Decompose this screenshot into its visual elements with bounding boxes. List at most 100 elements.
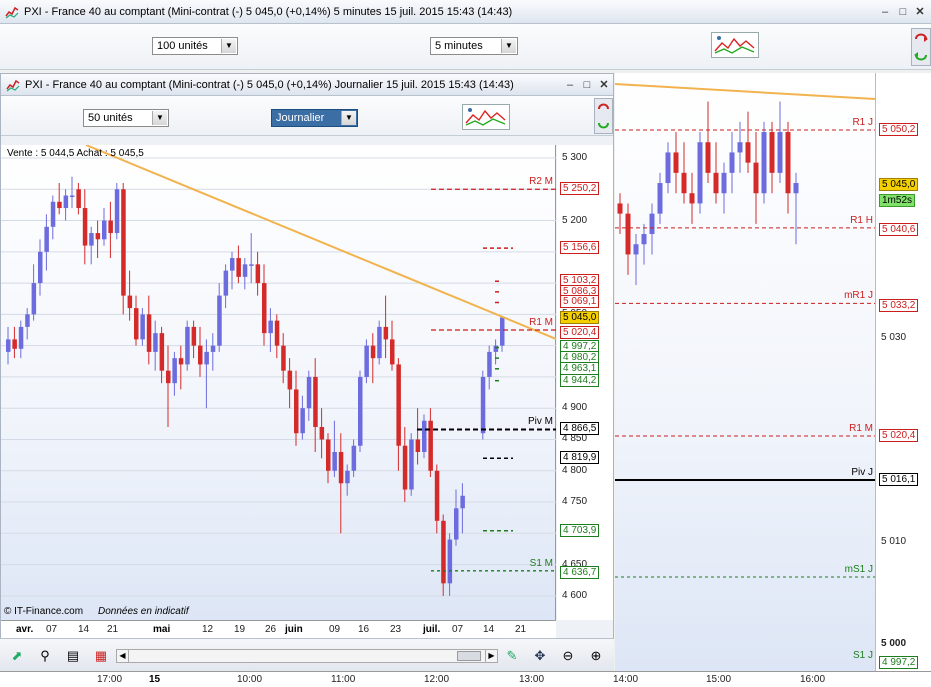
strategy-button[interactable]	[711, 32, 759, 58]
daily-candle	[487, 345, 492, 390]
table-icon[interactable]: ▦	[92, 647, 110, 665]
daily-date-axis[interactable]: avr. 07 14 21 mai 12 19 26 juin 09 16 23 juil. 07 14 21	[1, 620, 556, 638]
crosshair-icon[interactable]: ✥	[531, 647, 549, 665]
daily-candle	[6, 326, 11, 365]
daily-candle	[82, 189, 88, 265]
daily-candle	[364, 339, 369, 384]
scroll-right-icon[interactable]: ▶	[485, 650, 497, 662]
intraday-candle	[633, 234, 639, 286]
daily-candle	[326, 433, 331, 484]
date-tick: 14	[483, 624, 495, 635]
draw-tool-icon[interactable]: ✎	[503, 647, 521, 665]
daily-candle	[172, 351, 177, 396]
intraday-candle	[673, 132, 679, 194]
pin-tool-icon[interactable]: ⚲	[36, 647, 54, 665]
time-tick: 15	[149, 674, 161, 685]
zoom-tool-icon[interactable]: ⬈	[8, 647, 26, 665]
daily-candle	[422, 414, 427, 459]
scroll-left-icon[interactable]: ◀	[117, 650, 129, 662]
daily-candle	[38, 239, 43, 296]
daily-candle	[223, 264, 229, 309]
daily-candle	[70, 176, 75, 209]
horizontal-scrollbar[interactable]: ◀ ▶	[116, 649, 498, 663]
close-icon[interactable]: ✕	[597, 78, 611, 92]
intraday-plot-area[interactable]: R1 J R1 H mR1 J R1 M Piv J mS1 J S1 J	[615, 73, 875, 671]
zoom-out-icon[interactable]: ⊖	[559, 647, 577, 665]
date-tick: 12	[202, 624, 214, 635]
copyright-text: © IT-Finance.com	[4, 606, 84, 617]
daily-candle	[25, 308, 30, 340]
sync-icon[interactable]	[911, 28, 931, 66]
price-tick: 4 600	[562, 589, 588, 601]
chevron-down-icon[interactable]: ▼	[501, 39, 516, 53]
daily-candle	[493, 339, 499, 365]
print-icon[interactable]: ▤	[64, 647, 82, 665]
daily-plot-area[interactable]: Vente : 5 044,5 Achat : 5 045,5 © IT-Fin…	[1, 145, 556, 620]
intraday-candle	[793, 172, 799, 245]
date-tick: 21	[515, 624, 527, 635]
price-tag: 5 040,6	[879, 223, 919, 236]
date-tick: 09	[329, 624, 341, 635]
chevron-down-icon[interactable]: ▼	[341, 111, 356, 125]
price-tag: 4 703,9	[560, 523, 600, 537]
period-combo[interactable]: 5 minutes ▼	[430, 37, 518, 55]
price-tick: 4 750	[562, 496, 588, 508]
daily-strategy-button[interactable]	[462, 104, 510, 130]
date-tick: 07	[46, 624, 58, 635]
intraday-candle	[761, 121, 767, 204]
daily-price-axis[interactable]: 5 3005 2505 2005 1505 1005 0505 0004 950…	[557, 145, 613, 620]
units-combo[interactable]: 100 unités ▼	[152, 37, 238, 55]
daily-candle	[50, 195, 56, 240]
daily-candle	[242, 258, 248, 290]
period-combo-value: 5 minutes	[435, 40, 483, 52]
maximize-icon[interactable]: □	[896, 5, 910, 19]
daily-candle	[191, 320, 197, 359]
level-label: R1 M	[529, 317, 553, 328]
daily-candle	[396, 358, 401, 471]
daily-candle	[255, 251, 261, 296]
close-icon[interactable]: ✕	[913, 5, 927, 19]
daily-candles-svg	[1, 145, 556, 597]
chevron-down-icon[interactable]: ▼	[221, 39, 236, 53]
daily-candle	[140, 308, 145, 346]
intraday-candle	[753, 132, 759, 224]
daily-candle	[95, 220, 101, 259]
time-axis[interactable]: 17:00 15 10:00 11:00 12:00 13:00 14:00 15:00 16:…	[0, 671, 931, 687]
daily-candle	[114, 183, 120, 240]
intraday-price-axis[interactable]: 5 030 5 010 5 000 5 050,2 5 045,0 1m52s 5 040,…	[875, 73, 931, 671]
time-tick: 11:00	[331, 674, 356, 685]
daily-candle	[89, 226, 94, 265]
daily-sync-icon[interactable]	[594, 98, 613, 134]
zoom-in-icon[interactable]: ⊕	[587, 647, 605, 665]
daily-candle	[287, 358, 293, 409]
scroll-thumb[interactable]	[457, 651, 481, 661]
intraday-candle	[689, 172, 695, 224]
date-tick: 19	[234, 624, 246, 635]
daily-candle	[121, 183, 126, 315]
daily-candle	[460, 483, 465, 534]
minimize-icon[interactable]: –	[563, 78, 577, 92]
daily-period-combo[interactable]: Journalier ▼	[271, 109, 358, 127]
daily-candle	[415, 408, 421, 465]
daily-units-combo[interactable]: 50 unités ▼	[83, 109, 169, 127]
main-toolbar: 100 unités ▼ 5 minutes ▼	[0, 24, 931, 70]
intraday-candle	[649, 203, 655, 255]
daily-candle	[134, 295, 139, 346]
level-label: R1 M	[849, 423, 873, 434]
chevron-down-icon[interactable]: ▼	[152, 111, 167, 125]
price-tag: 4 997,2	[879, 656, 919, 669]
daily-candle	[402, 426, 408, 503]
daily-candle	[294, 370, 299, 446]
daily-candle	[127, 270, 133, 321]
level-label: Piv M	[528, 416, 553, 428]
window-title: PXI - France 40 au comptant (Mini-contra…	[24, 6, 513, 18]
minimize-icon[interactable]: –	[878, 5, 892, 19]
price-tag: 5 033,2	[879, 299, 919, 312]
strategy-chart-icon	[714, 36, 755, 54]
date-tick: avr.	[16, 624, 34, 635]
price-tag: 5 156,6	[560, 240, 600, 254]
maximize-icon[interactable]: □	[580, 78, 594, 92]
daily-candle	[441, 514, 446, 596]
daily-window-titlebar: PXI - France 40 au comptant (Mini-contra…	[1, 74, 613, 96]
time-tick: 10:00	[237, 674, 263, 685]
